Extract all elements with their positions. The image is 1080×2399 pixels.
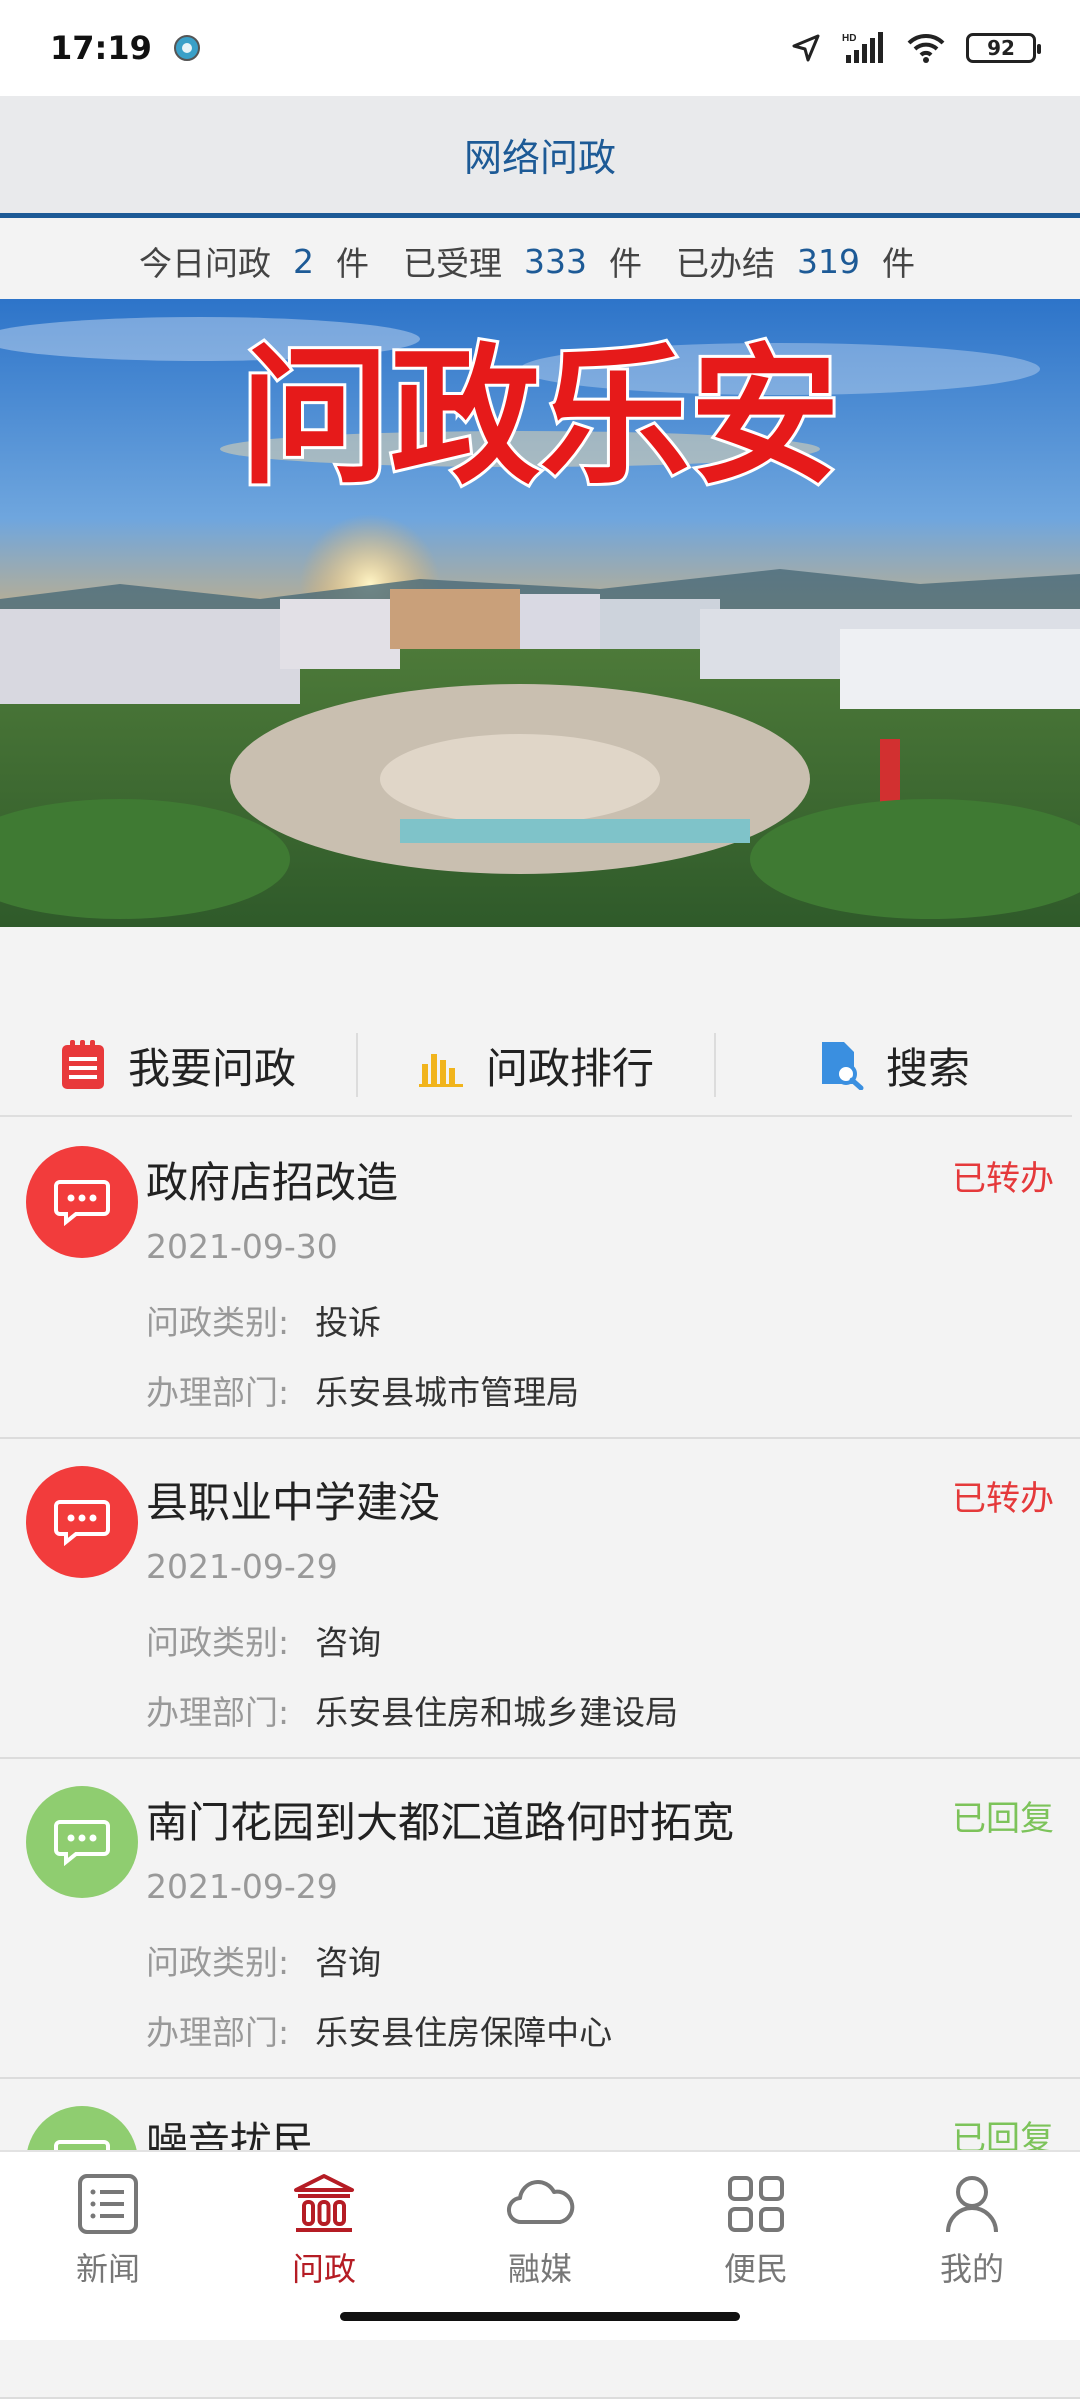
category-value: 咨询 [315, 1623, 382, 1662]
item-category-row: 问政类别: 投诉 [146, 1296, 381, 1344]
item-title: 政府店招改造 [146, 1158, 399, 1207]
bar-chart-icon [418, 1054, 463, 1087]
banner-image[interactable]: 问政乐安 [0, 299, 1080, 927]
wifi-icon [907, 33, 945, 63]
title-bar: 网络问政 [0, 96, 1080, 218]
signal-icon: HD [842, 32, 883, 63]
item-title: 南门花园到大都汇道路何时拓宽 [146, 1798, 735, 1847]
message-avatar [26, 1146, 138, 1258]
stats-today-label: 今日问政 [139, 244, 271, 283]
person-icon [946, 2176, 998, 2233]
category-label: 问政类别: [146, 1303, 290, 1342]
department-value: 乐安县住房保障中心 [315, 2013, 613, 2052]
status-time: 17:19 [50, 29, 152, 67]
message-avatar [26, 1786, 138, 1898]
item-date: 2021-09-29 [146, 1867, 338, 1906]
stats-today-value: 2 [293, 241, 314, 281]
item-status: 已转办 [952, 1479, 1054, 1519]
stats-accepted-label: 已受理 [403, 244, 502, 283]
stats-unit: 件 [609, 244, 642, 283]
location-arrow-icon [792, 34, 820, 62]
government-building-icon [294, 2174, 354, 2232]
stats-unit: 件 [336, 244, 369, 283]
search-doc-icon [821, 1042, 864, 1090]
message-avatar [26, 1466, 138, 1578]
department-label: 办理部门: [146, 1373, 290, 1412]
city-plaza-photo: 问政乐安 [0, 299, 1080, 927]
cloud-icon [507, 2180, 575, 2225]
ranking-label: 问政排行 [485, 1043, 654, 1093]
home-indicator[interactable] [340, 2312, 740, 2321]
stats-summary: 今日问政 2 件 已受理 333 件 已办结 319 件 [0, 223, 1080, 299]
app-notification-icon [173, 35, 200, 61]
search-label: 搜索 [885, 1043, 970, 1093]
tab-profile-label: 我的 [939, 2250, 1004, 2288]
category-label: 问政类别: [146, 1623, 290, 1662]
stats-done-label: 已办结 [676, 244, 775, 283]
item-status: 已回复 [952, 1799, 1054, 1839]
item-department-row: 办理部门: 乐安县城市管理局 [146, 1366, 579, 1414]
notepad-icon [61, 1040, 104, 1089]
tab-profile[interactable]: 我的 [864, 2152, 1080, 2340]
tab-news-label: 新闻 [75, 2250, 140, 2288]
item-department-row: 办理部门: 乐安县住房保障中心 [146, 2006, 612, 2054]
stats-unit: 件 [882, 244, 915, 283]
item-title: 县职业中学建没 [146, 1478, 441, 1527]
category-label: 问政类别: [146, 1943, 290, 1982]
ask-question-label: 我要问政 [127, 1043, 296, 1093]
list-item[interactable]: 政府店招改造 已转办 2021-09-30 问政类别: 投诉 办理部门: 乐安县… [0, 1119, 1080, 1439]
department-label: 办理部门: [146, 2013, 290, 2052]
chat-bubble-icon [54, 1820, 110, 1866]
page-title: 网络问政 [463, 136, 616, 180]
ask-question-button[interactable]: 我要问政 [0, 1033, 356, 1097]
list-item[interactable]: 县职业中学建没 已转办 2021-09-29 问政类别: 咨询 办理部门: 乐安… [0, 1439, 1080, 1759]
tab-news[interactable]: 新闻 [0, 2152, 216, 2340]
action-bar: 我要问政 问政排行 搜索 [0, 1015, 1072, 1117]
chat-bubble-icon [54, 1180, 110, 1226]
banner-headline: 问政乐安 [240, 329, 840, 505]
battery-indicator: 92 [966, 33, 1041, 63]
svg-text:HD: HD [842, 33, 856, 44]
news-list-icon [78, 2174, 138, 2234]
tab-petition-label: 问政 [291, 2250, 356, 2288]
item-date: 2021-09-29 [146, 1547, 338, 1586]
item-department-row: 办理部门: 乐安县住房和城乡建设局 [146, 1686, 678, 1734]
search-button[interactable]: 搜索 [714, 1033, 1072, 1097]
category-value: 投诉 [315, 1303, 382, 1342]
tab-services-label: 便民 [723, 2250, 788, 2288]
list-item[interactable]: 南门花园到大都汇道路何时拓宽 已回复 2021-09-29 问政类别: 咨询 办… [0, 1759, 1080, 2079]
department-value: 乐安县住房和城乡建设局 [315, 1693, 679, 1732]
grid-apps-icon [728, 2176, 784, 2232]
chat-bubble-icon [54, 1500, 110, 1546]
stats-accepted-value: 333 [524, 241, 587, 281]
tab-media-label: 融媒 [507, 2250, 572, 2288]
ranking-button[interactable]: 问政排行 [356, 1033, 714, 1097]
item-category-row: 问政类别: 咨询 [146, 1936, 381, 1984]
status-bar: 17:19 HD 92 [0, 0, 1080, 96]
item-date: 2021-09-30 [146, 1227, 338, 1266]
stats-done-value: 319 [797, 241, 860, 281]
department-value: 乐安县城市管理局 [315, 1373, 580, 1412]
item-status: 已转办 [952, 1159, 1054, 1199]
item-category-row: 问政类别: 咨询 [146, 1616, 381, 1664]
department-label: 办理部门: [146, 1693, 290, 1732]
category-value: 咨询 [315, 1943, 382, 1982]
